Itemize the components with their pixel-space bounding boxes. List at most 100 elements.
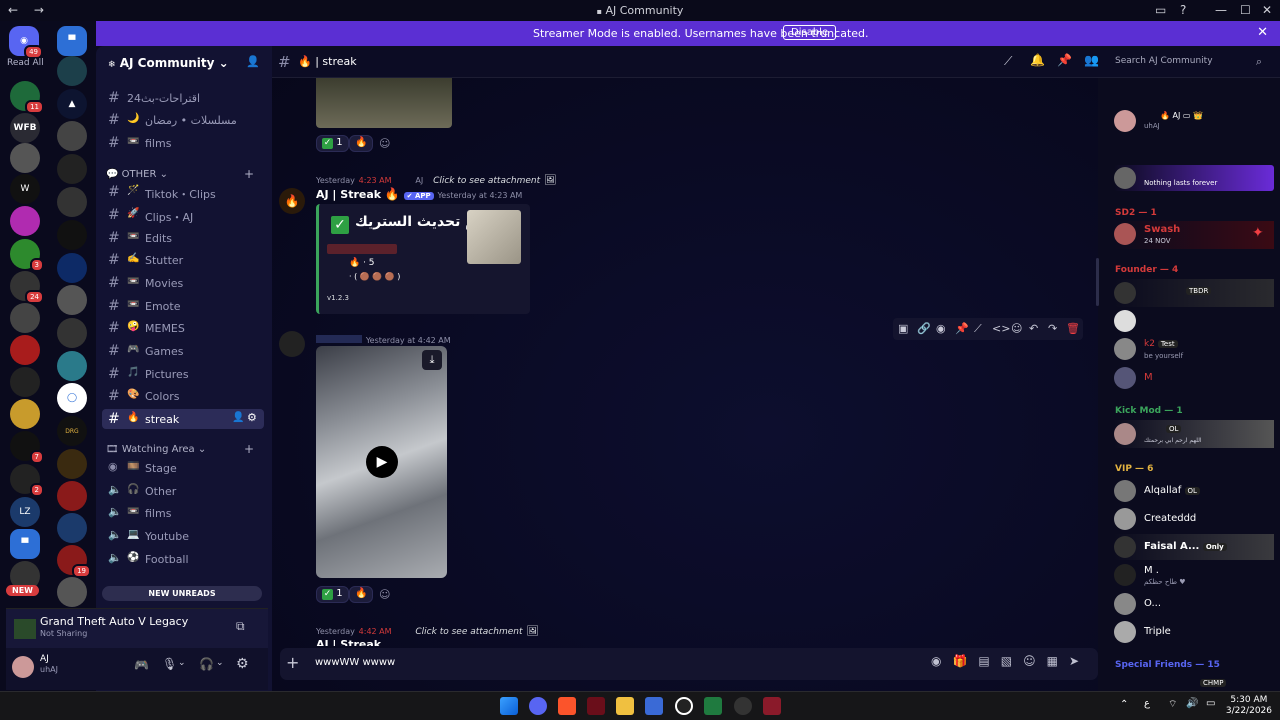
inbox-icon[interactable]: ▭ bbox=[1155, 3, 1166, 17]
gear-icon[interactable]: ⚙ bbox=[247, 411, 257, 424]
server-icon-wfb[interactable]: WFB bbox=[10, 113, 40, 143]
forward-icon[interactable]: ↷ bbox=[1048, 322, 1057, 335]
read-all-button[interactable]: Read All bbox=[7, 58, 44, 68]
server-icon-r14[interactable] bbox=[57, 481, 87, 511]
server-icon-1[interactable]: 11 bbox=[10, 81, 44, 114]
avatar[interactable] bbox=[279, 331, 305, 357]
member-item-boosted[interactable]: Nothing lasts forever bbox=[1114, 165, 1274, 191]
sticker-icon[interactable]: ▧ bbox=[1001, 654, 1023, 668]
folder-icon[interactable] bbox=[616, 697, 634, 715]
code-icon[interactable]: <> bbox=[992, 322, 1010, 335]
server-icon-r16[interactable]: 19 bbox=[57, 545, 91, 578]
start-icon[interactable] bbox=[500, 697, 518, 715]
chevron-down-icon[interactable]: ⌄ bbox=[216, 658, 224, 668]
microphone-icon[interactable]: 🎙 bbox=[162, 657, 177, 671]
member-item[interactable] bbox=[1114, 308, 1274, 334]
server-icon-6[interactable]: 3 bbox=[10, 239, 44, 272]
server-icon-r10[interactable] bbox=[57, 351, 87, 381]
help-icon[interactable]: ? bbox=[1180, 3, 1186, 17]
server-icon-10[interactable] bbox=[10, 367, 40, 397]
link-icon[interactable]: 🔗 bbox=[917, 322, 931, 335]
gift-icon[interactable]: 🎁 bbox=[952, 654, 978, 668]
invite-member-icon[interactable]: 👤 bbox=[232, 412, 244, 423]
server-icon-r13[interactable] bbox=[57, 449, 87, 479]
server-icon-r1[interactable] bbox=[57, 56, 87, 86]
disable-streamer-button[interactable]: Disable bbox=[783, 25, 837, 40]
category-watching-area[interactable]: 🎞 Watching Area ⌄ + bbox=[106, 442, 254, 456]
server-folder-icon[interactable]: ▀ bbox=[57, 26, 87, 56]
reaction-fire[interactable]: 🔥 bbox=[349, 586, 374, 603]
dm-home-button[interactable]: ◉ 49 bbox=[9, 26, 43, 59]
brave-icon[interactable] bbox=[558, 697, 576, 715]
channel-item[interactable]: # 🎨 Colors bbox=[102, 386, 264, 406]
taskbar-clock[interactable]: 5:30 AM 3/22/2026 bbox=[1226, 695, 1272, 717]
server-icon-5[interactable] bbox=[10, 206, 40, 236]
add-channel-icon[interactable]: + bbox=[244, 442, 254, 456]
game-activity-icon[interactable]: 🎮 bbox=[134, 658, 149, 672]
member-item[interactable]: Createddd bbox=[1114, 506, 1274, 532]
channel-item[interactable]: # 🪄 Tiktok・Clips bbox=[102, 182, 264, 202]
pin-icon[interactable]: 📌 bbox=[955, 322, 969, 335]
reply-reference[interactable]: Yesterday 4:42 AM Click to see attachmen… bbox=[316, 623, 539, 637]
close-window-button[interactable]: ✕ bbox=[1262, 3, 1272, 17]
channel-item[interactable]: # 📼 films bbox=[102, 133, 264, 153]
volume-icon[interactable]: 🔊 bbox=[1186, 698, 1198, 709]
server-icon-r9[interactable] bbox=[57, 318, 87, 348]
server-icon-r3[interactable] bbox=[57, 121, 87, 151]
avatar[interactable] bbox=[12, 656, 34, 678]
channel-item[interactable]: # 🌙 مسلسلات • رمضان bbox=[102, 110, 264, 130]
member-item[interactable]: 🔥 AJ ▭ 👑 uhAJ bbox=[1114, 108, 1274, 134]
server-icon-11[interactable] bbox=[10, 399, 40, 429]
member-item[interactable]: Alqallaf OL bbox=[1114, 478, 1274, 504]
member-item[interactable]: Triple bbox=[1114, 619, 1274, 645]
channel-item-streak[interactable]: # 🔥 streak 👤 ⚙ bbox=[102, 409, 264, 429]
voice-channel[interactable]: ◉ 🎞️ Stage bbox=[102, 458, 264, 478]
channel-item[interactable]: # 📼 Movies bbox=[102, 273, 264, 293]
server-icon-r2[interactable]: ▲ bbox=[57, 89, 87, 119]
thread-icon[interactable]: ⟋ bbox=[974, 322, 982, 336]
server-icon-r7[interactable] bbox=[57, 253, 87, 283]
server-icon-12[interactable]: 7 bbox=[10, 431, 44, 464]
wifi-icon[interactable]: ⌔ bbox=[1168, 698, 1177, 711]
channel-item[interactable]: # 🤪 MEMES bbox=[102, 318, 264, 338]
discord-taskbar-icon[interactable] bbox=[529, 697, 547, 715]
excel-icon[interactable] bbox=[704, 697, 722, 715]
server-icon-r17[interactable] bbox=[57, 577, 87, 607]
id-icon[interactable]: ▣ bbox=[898, 322, 908, 335]
voice-channel[interactable]: 🔈 💻 Youtube bbox=[102, 526, 264, 546]
attach-plus-icon[interactable]: + bbox=[286, 653, 299, 672]
server-icon-r15[interactable] bbox=[57, 513, 87, 543]
channel-item[interactable]: # اقتراحات-بث24 bbox=[102, 88, 264, 108]
server-header[interactable]: ❄ AJ Community ⌄ bbox=[108, 56, 229, 70]
add-reaction-icon[interactable]: ☺ bbox=[379, 588, 390, 601]
reply-reference[interactable]: Yesterday 4:23 AM AJ Click to see attach… bbox=[316, 172, 557, 186]
server-icon-r6[interactable] bbox=[57, 220, 87, 250]
members-icon[interactable]: 👥 bbox=[1084, 53, 1099, 67]
member-item[interactable]: M bbox=[1114, 365, 1274, 391]
app-icon-2[interactable] bbox=[645, 697, 663, 715]
add-reaction-icon[interactable]: ☺ bbox=[379, 137, 390, 150]
server-icon-lz[interactable]: LZ bbox=[10, 497, 40, 527]
channel-item[interactable]: # 📼 Edits bbox=[102, 228, 264, 248]
server-icon-r5[interactable] bbox=[57, 187, 87, 217]
server-icon-3[interactable] bbox=[10, 143, 40, 173]
channel-item[interactable]: # 🚀 Clips・AJ bbox=[102, 205, 264, 225]
eye-icon[interactable]: ◉ bbox=[931, 654, 952, 668]
member-item[interactable]: Faisal A... Only bbox=[1114, 534, 1274, 560]
emoji-icon[interactable]: ☺ bbox=[1023, 654, 1047, 668]
message-input[interactable]: wwwWW wwww bbox=[315, 657, 395, 668]
member-item[interactable]: O... bbox=[1114, 591, 1274, 617]
app-icon-4[interactable] bbox=[734, 697, 752, 715]
apps-icon[interactable]: ▦ bbox=[1047, 654, 1069, 668]
add-channel-icon[interactable]: + bbox=[244, 167, 254, 181]
invite-icon[interactable]: 👤 bbox=[246, 55, 260, 68]
server-icon-7[interactable]: 24 bbox=[10, 271, 44, 304]
stream-icon[interactable]: ⧉ bbox=[236, 619, 245, 634]
battery-icon[interactable]: ▭ bbox=[1206, 698, 1215, 709]
tray-chevron-icon[interactable]: ⌃ bbox=[1120, 699, 1128, 710]
voice-channel[interactable]: 🔈 📼 films bbox=[102, 503, 264, 523]
threads-icon[interactable]: ⟋ bbox=[1004, 54, 1012, 69]
server-icon-13[interactable]: 2 bbox=[10, 464, 44, 497]
app-icon-3[interactable] bbox=[675, 697, 693, 715]
app-icon-5[interactable] bbox=[763, 697, 781, 715]
